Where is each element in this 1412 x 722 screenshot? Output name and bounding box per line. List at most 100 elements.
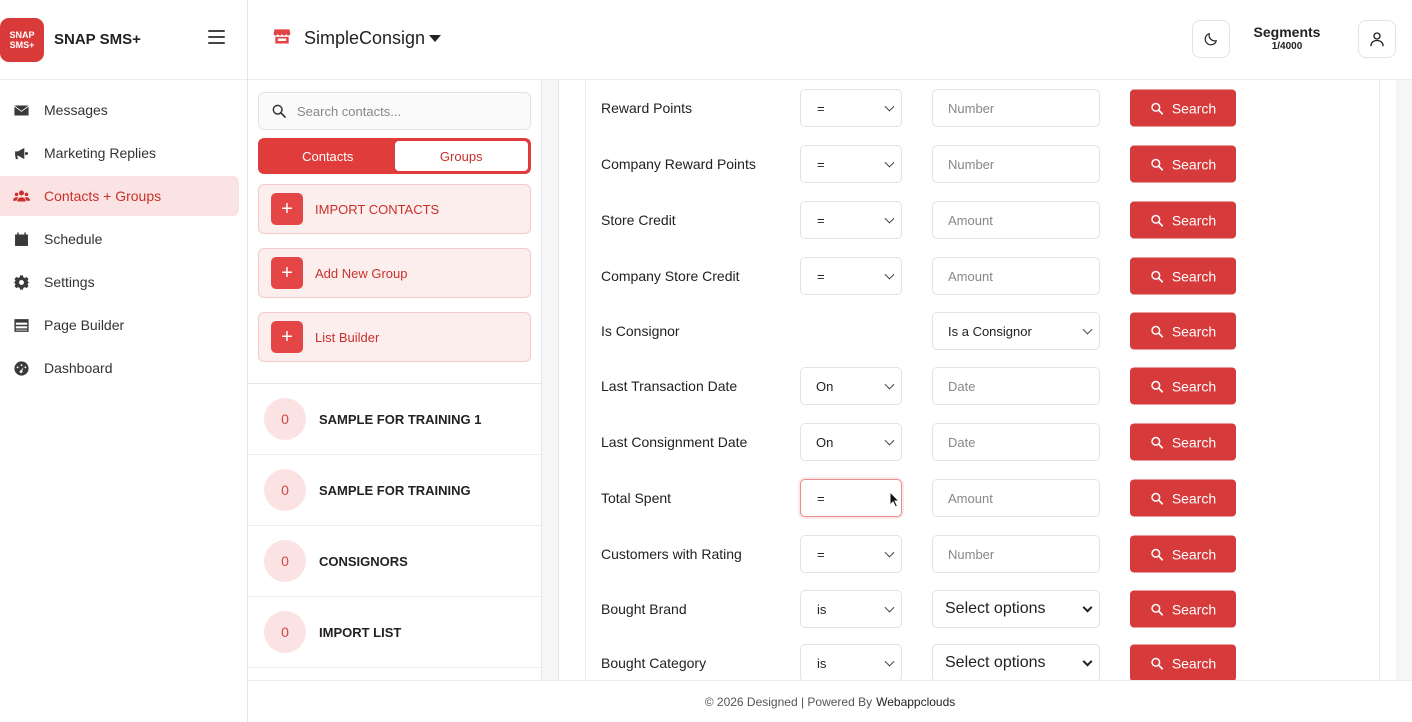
sidebar-item-messages[interactable]: Messages <box>0 90 239 130</box>
user-menu-button[interactable] <box>1358 20 1396 58</box>
contacts-panel: Contacts Groups + IMPORT CONTACTS + Add … <box>248 80 542 680</box>
value-input[interactable] <box>932 89 1100 127</box>
sidebar-item-dashboard[interactable]: Dashboard <box>0 348 239 388</box>
search-button[interactable]: Search <box>1130 423 1236 461</box>
theme-toggle-button[interactable] <box>1192 20 1230 58</box>
operator-select[interactable]: = <box>800 257 902 295</box>
app-logo[interactable]: SNAP SMS+ <box>0 17 44 62</box>
search-button[interactable]: Search <box>1130 535 1236 573</box>
sidebar-item-label: Page Builder <box>44 317 125 333</box>
group-list: 0 SAMPLE FOR TRAINING 1 0 SAMPLE FOR TRA… <box>248 384 541 668</box>
filter-label: Reward Points <box>601 100 693 116</box>
search-button[interactable]: Search <box>1130 201 1236 239</box>
chevron-down-icon <box>884 157 895 168</box>
sidebar-item-schedule[interactable]: Schedule <box>0 219 239 259</box>
footer: © 2026 Designed | Powered By Webappcloud… <box>248 680 1412 722</box>
value-input[interactable] <box>932 479 1100 517</box>
search-button[interactable]: Search <box>1130 89 1236 127</box>
value-input[interactable] <box>932 535 1100 573</box>
date-input[interactable] <box>932 423 1100 461</box>
list-item[interactable]: 0 SAMPLE FOR TRAINING <box>248 455 541 526</box>
operator-select[interactable]: = <box>800 145 902 183</box>
plus-icon: + <box>271 257 303 289</box>
store-selector[interactable]: SimpleConsign <box>272 26 442 51</box>
filter-row-bought-brand: Bought Brand is Select options Search <box>586 581 1381 637</box>
chevron-down-icon <box>884 269 895 280</box>
search-button[interactable]: Search <box>1130 367 1236 405</box>
operator-value: is <box>817 655 827 671</box>
search-button[interactable]: Search <box>1130 590 1236 628</box>
sidebar: SNAP SMS+ SNAP SMS+ Messages Marketing R… <box>0 0 248 722</box>
operator-select[interactable]: = <box>800 479 902 517</box>
group-name: SAMPLE FOR TRAINING <box>319 482 471 498</box>
sidebar-item-contacts-groups[interactable]: Contacts + Groups <box>0 176 239 216</box>
search-button[interactable]: Search <box>1130 644 1236 680</box>
operator-value: = <box>817 268 825 284</box>
search-icon <box>1151 548 1163 561</box>
operator-select[interactable]: is <box>800 590 902 628</box>
consignor-select[interactable]: Is a Consignor <box>932 312 1100 350</box>
date-input[interactable] <box>932 367 1100 405</box>
segment-filters-panel: Reward Points = Search Company Reward Po… <box>558 80 1396 680</box>
filter-row-company-reward-points: Company Reward Points = Search <box>586 136 1381 192</box>
tab-contacts[interactable]: Contacts <box>261 141 395 171</box>
sidebar-item-marketing-replies[interactable]: Marketing Replies <box>0 133 239 173</box>
sidebar-item-settings[interactable]: Settings <box>0 262 239 302</box>
add-new-group-button[interactable]: + Add New Group <box>258 248 531 298</box>
sidebar-item-page-builder[interactable]: Page Builder <box>0 305 239 345</box>
filter-row-last-consignment-date: Last Consignment Date On Search <box>586 414 1381 470</box>
sidebar-item-label: Schedule <box>44 231 103 247</box>
contacts-search <box>258 92 531 130</box>
chevron-down-icon <box>884 435 895 446</box>
search-icon <box>1151 102 1163 115</box>
chevron-down-icon <box>884 213 895 224</box>
filter-row-customers-with-rating: Customers with Rating = Search <box>586 526 1381 582</box>
contacts-search-input[interactable] <box>297 103 517 119</box>
table-icon <box>12 316 30 334</box>
filter-label: Customers with Rating <box>601 546 742 562</box>
operator-select[interactable]: On <box>800 423 902 461</box>
search-button-label: Search <box>1171 490 1217 506</box>
operator-select[interactable]: = <box>800 89 902 127</box>
filter-row-reward-points: Reward Points = Search <box>586 80 1381 136</box>
segments-counter: Segments 1/4000 <box>1246 24 1328 52</box>
operator-value: On <box>816 378 834 394</box>
operator-value: = <box>817 212 825 228</box>
value-input[interactable] <box>932 257 1100 295</box>
menu-toggle-icon[interactable] <box>208 30 225 44</box>
filter-row-last-transaction-date: Last Transaction Date On Search <box>586 358 1381 414</box>
operator-select[interactable]: = <box>800 535 902 573</box>
operator-value: = <box>817 100 825 116</box>
tab-groups[interactable]: Groups <box>394 141 528 171</box>
list-item[interactable]: 0 SAMPLE FOR TRAINING 1 <box>248 384 541 455</box>
search-button[interactable]: Search <box>1130 257 1236 295</box>
group-count-badge: 0 <box>264 540 306 582</box>
group-name: SAMPLE FOR TRAINING 1 <box>319 411 482 427</box>
logo-text-2: SMS+ <box>9 39 35 50</box>
footer-credit-link[interactable]: Webappclouds <box>876 695 955 709</box>
filter-label: Last Consignment Date <box>601 434 748 450</box>
search-button[interactable]: Search <box>1130 145 1236 183</box>
value-input[interactable] <box>932 145 1100 183</box>
value-input[interactable] <box>932 201 1100 239</box>
filter-label: Store Credit <box>601 212 676 228</box>
search-button-label: Search <box>1171 546 1217 562</box>
operator-value: is <box>817 601 827 617</box>
store-icon <box>272 26 292 51</box>
search-button-label: Search <box>1171 378 1217 394</box>
list-item[interactable]: 0 IMPORT LIST <box>248 597 541 668</box>
list-item[interactable]: 0 CONSIGNORS <box>248 526 541 597</box>
list-builder-button[interactable]: + List Builder <box>258 312 531 362</box>
operator-select[interactable]: is <box>800 644 902 680</box>
search-button[interactable]: Search <box>1130 312 1236 350</box>
search-icon <box>1151 657 1163 670</box>
import-contacts-button[interactable]: + IMPORT CONTACTS <box>258 184 531 234</box>
logo-text-1: SNAP <box>9 29 35 40</box>
search-button[interactable]: Search <box>1130 479 1236 517</box>
brand-multiselect[interactable]: Select options <box>932 590 1100 628</box>
category-multiselect[interactable]: Select options <box>932 644 1100 680</box>
operator-select[interactable]: On <box>800 367 902 405</box>
operator-select[interactable]: = <box>800 201 902 239</box>
group-count-badge: 0 <box>264 611 306 653</box>
search-button-label: Search <box>1171 268 1217 284</box>
